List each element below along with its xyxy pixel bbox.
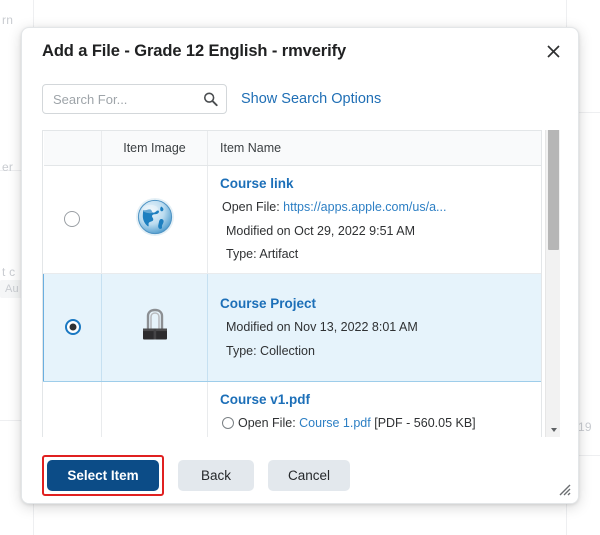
scroll-down-arrow-icon[interactable] xyxy=(546,423,560,437)
search-row: Show Search Options xyxy=(22,74,578,118)
item-title-link[interactable]: Course Project xyxy=(220,296,529,311)
select-item-button[interactable]: Select Item xyxy=(47,460,159,491)
header-item-image: Item Image xyxy=(102,131,208,165)
page-root: rn er t c Au 19 Add a File - Grade 12 En… xyxy=(0,0,600,535)
info-icon xyxy=(222,417,234,429)
header-select xyxy=(44,131,102,165)
dialog-footer: Select Item Back Cancel xyxy=(22,447,578,503)
open-file-link[interactable]: https://apps.apple.com/us/a... xyxy=(283,200,446,214)
open-file-link[interactable]: Course 1.pdf xyxy=(299,416,371,430)
background-text: 19 xyxy=(578,420,592,434)
background-text: rn xyxy=(2,13,13,27)
item-type: Type: Collection xyxy=(226,344,529,358)
cancel-button[interactable]: Cancel xyxy=(268,460,350,491)
item-modified: Modified on Nov 13, 2022 8:01 AM xyxy=(226,320,529,334)
row-select-cell[interactable] xyxy=(44,165,102,273)
open-file-label: Open File: xyxy=(222,200,280,214)
show-search-options-link[interactable]: Show Search Options xyxy=(241,91,381,107)
add-a-file-dialog: Add a File - Grade 12 English - rmverify… xyxy=(21,27,579,504)
search-box[interactable] xyxy=(42,84,227,114)
row-image-cell xyxy=(102,273,208,381)
background-text: er xyxy=(2,160,13,174)
row-name-cell: Course v1.pdf Open File: Course 1.pdf [P… xyxy=(208,381,543,437)
scrollbar-thumb[interactable] xyxy=(548,130,559,250)
row-name-cell: Course link Open File: https://apps.appl… xyxy=(208,165,543,273)
file-size: [PDF - 560.05 KB] xyxy=(374,416,475,430)
background-text: t c xyxy=(2,265,15,279)
row-image-cell xyxy=(102,381,208,437)
item-list-area: Item Image Item Name xyxy=(42,130,560,437)
row-image-cell xyxy=(102,165,208,273)
row-name-cell: Course Project Modified on Nov 13, 2022 … xyxy=(208,273,543,381)
item-open-file: Open File: Course 1.pdf [PDF - 560.05 KB… xyxy=(222,416,530,430)
row-select-cell[interactable] xyxy=(44,273,102,381)
table-row[interactable]: Course Project Modified on Nov 13, 2022 … xyxy=(44,273,543,381)
item-open-file: Open File: https://apps.apple.com/us/a..… xyxy=(222,200,530,214)
radio-button[interactable] xyxy=(65,319,81,335)
table-row[interactable]: Course link Open File: https://apps.appl… xyxy=(44,165,543,273)
vertical-scrollbar[interactable] xyxy=(545,130,560,437)
row-select-cell[interactable] xyxy=(44,381,102,437)
item-title-link[interactable]: Course link xyxy=(220,176,530,191)
select-item-highlight: Select Item xyxy=(42,455,164,496)
back-button[interactable]: Back xyxy=(178,460,254,491)
table-header-row: Item Image Item Name xyxy=(44,131,543,165)
close-icon[interactable] xyxy=(540,38,566,64)
binder-clip-icon xyxy=(135,304,175,346)
item-title-link[interactable]: Course v1.pdf xyxy=(220,392,530,407)
items-table: Item Image Item Name xyxy=(43,131,542,437)
dialog-header: Add a File - Grade 12 English - rmverify xyxy=(22,28,578,74)
dialog-title: Add a File - Grade 12 English - rmverify xyxy=(42,42,346,61)
item-list-scroll: Item Image Item Name xyxy=(42,130,542,437)
item-type: Type: Artifact xyxy=(226,247,530,261)
header-item-name: Item Name xyxy=(208,131,543,165)
open-file-label: Open File: xyxy=(238,416,296,430)
table-row[interactable]: Course v1.pdf Open File: Course 1.pdf [P… xyxy=(44,381,543,437)
item-modified: Modified on Oct 29, 2022 9:51 AM xyxy=(226,224,530,238)
search-icon[interactable] xyxy=(203,92,218,107)
background-text: Au xyxy=(5,283,19,295)
search-input[interactable] xyxy=(43,92,257,107)
resize-handle-icon[interactable] xyxy=(557,482,571,496)
globe-icon xyxy=(134,196,176,238)
radio-button[interactable] xyxy=(64,211,80,227)
